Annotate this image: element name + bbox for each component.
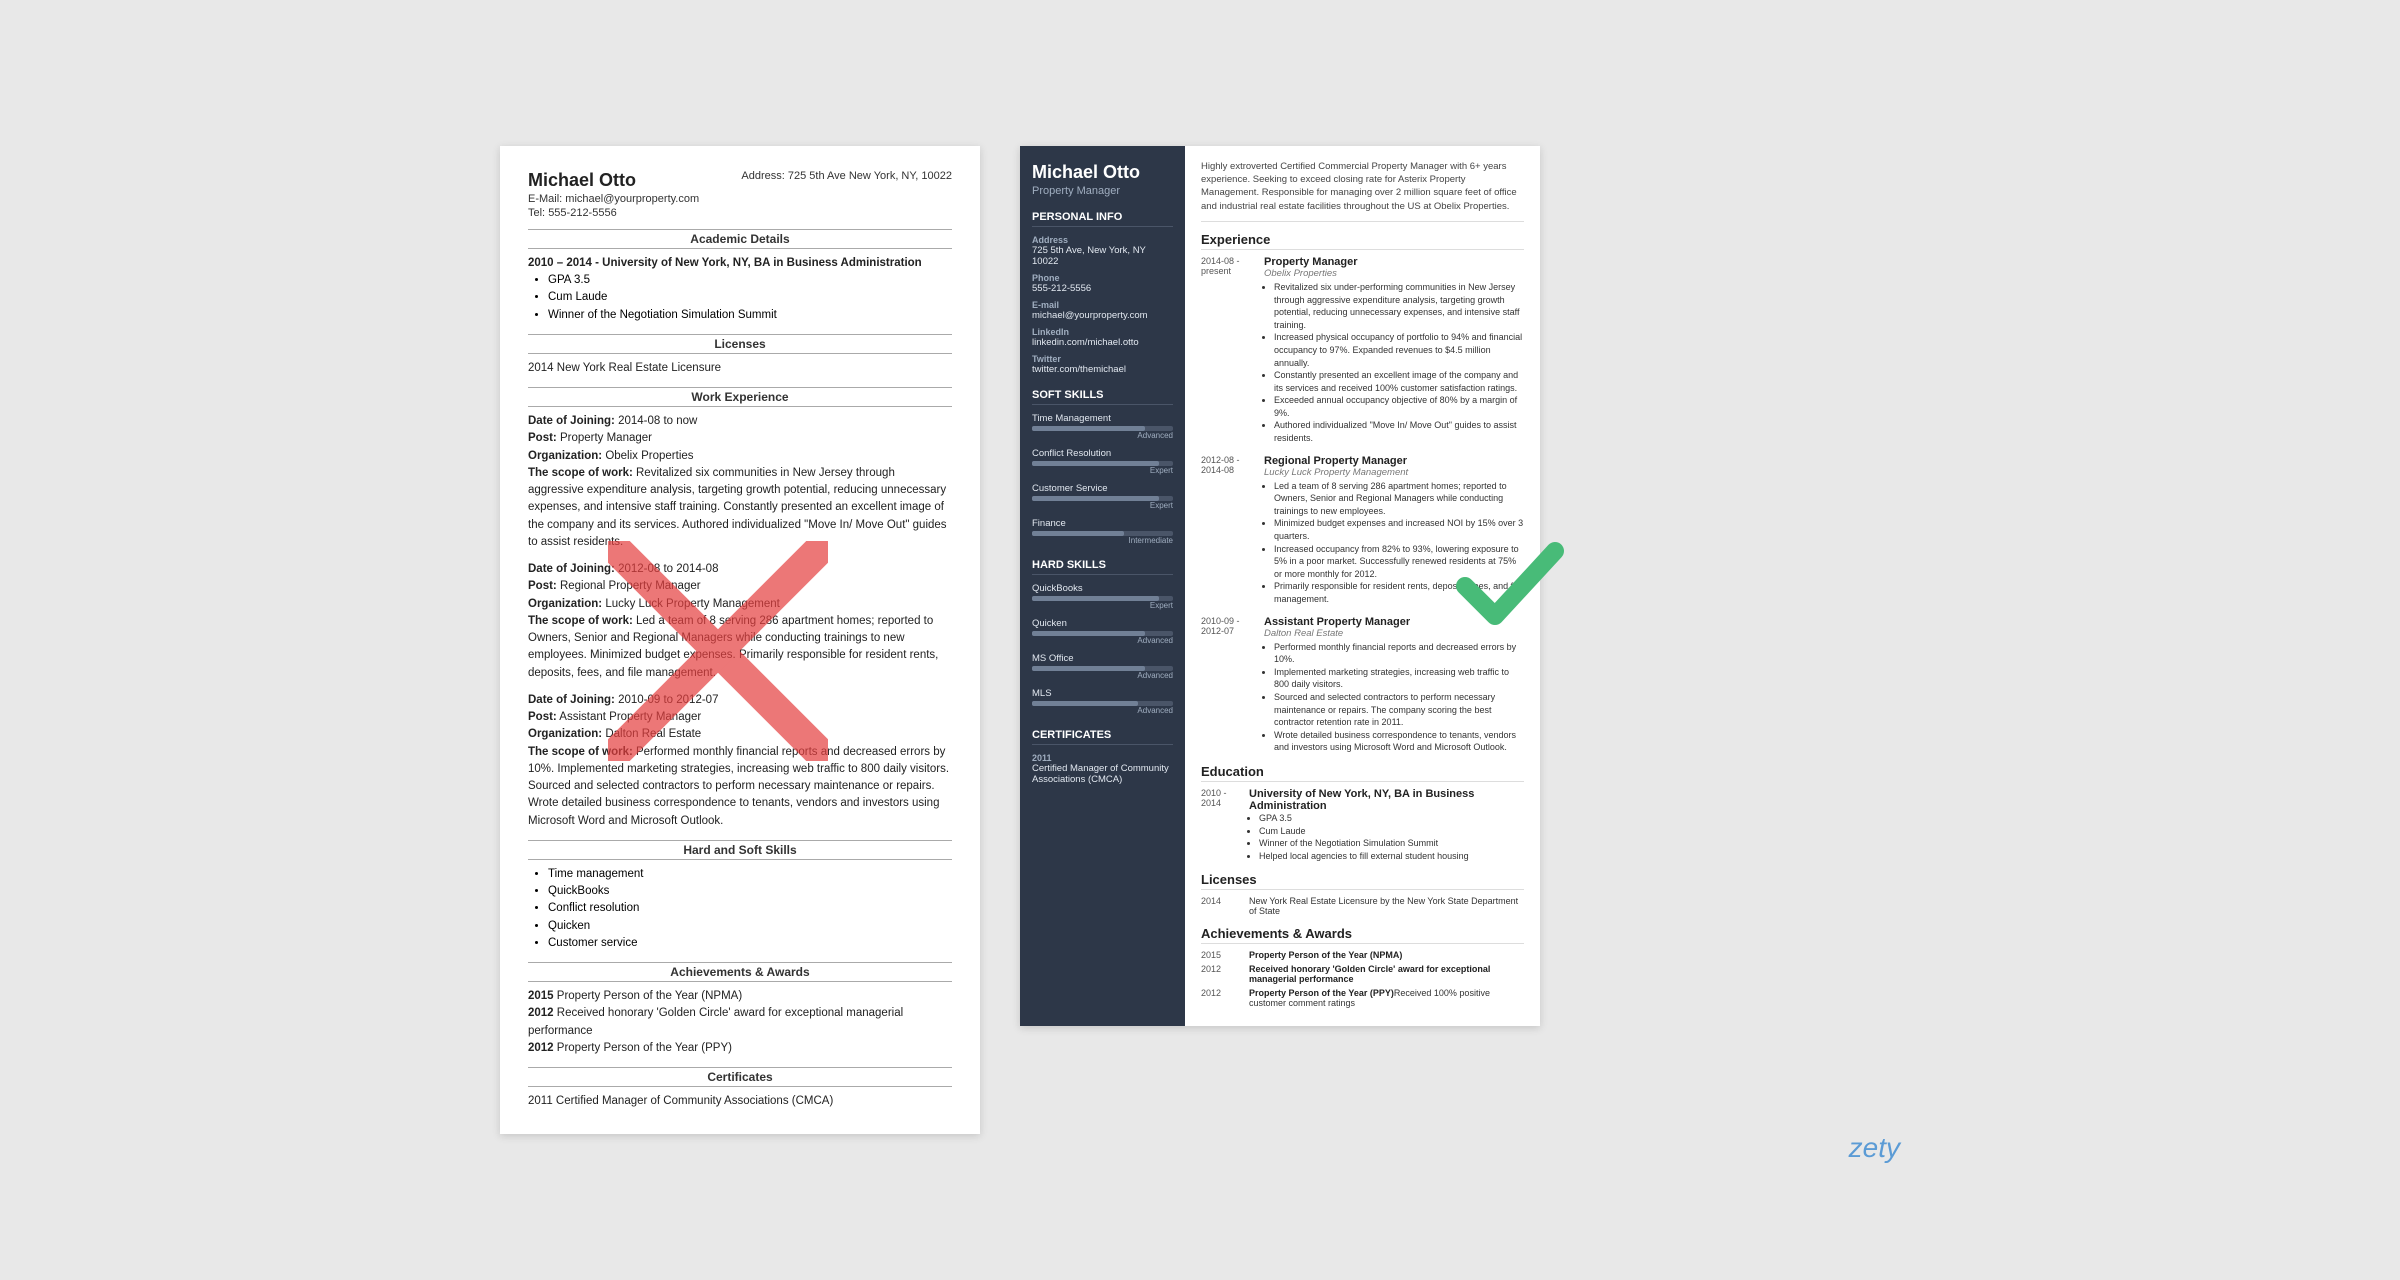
email-value-l: michael@yourproperty.com (565, 193, 699, 205)
skill-2: QuickBooks (548, 883, 952, 900)
left-tel: Tel: 555-212-5556 (528, 207, 952, 219)
soft-skill-1: Time Management Advanced (1032, 413, 1173, 440)
certificates-section-title: Certificates (528, 1067, 952, 1087)
work-post-1: Post: Property Manager (528, 430, 952, 447)
work-org-3: Organization: Dalton Real Estate (528, 726, 952, 743)
work-post-2: Post: Regional Property Manager (528, 578, 952, 595)
resume-right: Michael Otto Property Manager Personal I… (1020, 146, 1540, 1027)
exp-date-2: 2012-08 -2014-08 (1201, 455, 1256, 606)
soft-skill-2: Conflict Resolution Expert (1032, 448, 1173, 475)
cert-year-r: 2011 (1032, 753, 1173, 763)
achievements-section-title-r: Achievements & Awards (1201, 926, 1524, 944)
exp-date-3: 2010-09 -2012-07 (1201, 616, 1256, 754)
linkedin-value-r: linkedin.com/michael.otto (1032, 337, 1173, 348)
hard-skill-1: QuickBooks Expert (1032, 583, 1173, 610)
work-date-3: Date of Joining: 2010-09 to 2012-07 (528, 692, 952, 709)
left-address: Address: 725 5th Ave New York, NY, 10022 (741, 170, 952, 182)
sidebar: Michael Otto Property Manager Personal I… (1020, 146, 1185, 1027)
hard-skill-4: MLS Advanced (1032, 688, 1173, 715)
address-label: Address: (741, 170, 784, 182)
award-3: 2012 Property Person of the Year (PPY)Re… (1201, 988, 1524, 1008)
work-org-2: Organization: Lucky Luck Property Manage… (528, 596, 952, 613)
skill-3: Conflict resolution (548, 900, 952, 917)
academic-cum-laude: Cum Laude (548, 289, 952, 306)
academic-section-title: Academic Details (528, 229, 952, 249)
hard-skills-section: Hard Skills (1032, 559, 1173, 575)
hard-skill-2: Quicken Advanced (1032, 618, 1173, 645)
phone-value-r: 555-212-5556 (1032, 283, 1173, 294)
licenses-section-title-r: Licenses (1201, 872, 1524, 890)
award-2: 2012 Received honorary 'Golden Circle' a… (1201, 964, 1524, 984)
right-name: Michael Otto (1032, 162, 1173, 184)
work-entry-2: Date of Joining: 2012-08 to 2014-08 Post… (528, 561, 952, 682)
twitter-label-r: Twitter (1032, 354, 1173, 364)
certificates-section-r: Certificates (1032, 729, 1173, 745)
exp-entry-2: 2012-08 -2014-08 Regional Property Manag… (1201, 455, 1524, 606)
hard-skill-3: MS Office Advanced (1032, 653, 1173, 680)
edu-body-1: University of New York, NY, BA in Busine… (1249, 788, 1524, 862)
tel-label-l: Tel: (528, 207, 545, 219)
work-post-3: Post: Assistant Property Manager (528, 709, 952, 726)
work-scope-3: The scope of work: Performed monthly fin… (528, 744, 952, 830)
personal-info-section: Personal Info (1032, 211, 1173, 227)
email-value-r: michael@yourproperty.com (1032, 310, 1173, 321)
twitter-value-r: twitter.com/themichael (1032, 364, 1173, 375)
exp-body-3: Assistant Property Manager Dalton Real E… (1264, 616, 1524, 754)
exp-body-1: Property Manager Obelix Properties Revit… (1264, 256, 1524, 445)
left-email: E-Mail: michael@yourproperty.com (528, 193, 952, 205)
experience-section-title: Experience (1201, 232, 1524, 250)
work-date-1: Date of Joining: 2014-08 to now (528, 413, 952, 430)
work-scope-1: The scope of work: Revitalized six commu… (528, 465, 952, 551)
licenses-section-title: Licenses (528, 334, 952, 354)
skill-5: Customer service (548, 935, 952, 952)
linkedin-label-r: LinkedIn (1032, 327, 1173, 337)
soft-skill-4: Finance Intermediate (1032, 518, 1173, 545)
summary: Highly extroverted Certified Commercial … (1201, 160, 1524, 222)
exp-entry-3: 2010-09 -2012-07 Assistant Property Mana… (1201, 616, 1524, 754)
main-content: Highly extroverted Certified Commercial … (1185, 146, 1540, 1027)
cert-value-r: Certified Manager of Community Associati… (1032, 763, 1173, 785)
soft-skills-section: Soft Skills (1032, 389, 1173, 405)
award-1: 2015 Property Person of the Year (NPMA) (1201, 950, 1524, 960)
academic-entry: 2010 – 2014 - University of New York, NY… (528, 255, 952, 272)
certificate-entry: 2011 Certified Manager of Community Asso… (528, 1093, 952, 1110)
phone-label-r: Phone (1032, 273, 1173, 283)
soft-skill-3: Customer Service Expert (1032, 483, 1173, 510)
work-org-1: Organization: Obelix Properties (528, 448, 952, 465)
email-label-r: E-mail (1032, 300, 1173, 310)
edu-date-1: 2010 -2014 (1201, 788, 1241, 862)
license-entry: 2014 New York Real Estate Licensure (528, 360, 952, 377)
edu-entry-1: 2010 -2014 University of New York, NY, B… (1201, 788, 1524, 862)
work-entry-3: Date of Joining: 2010-09 to 2012-07 Post… (528, 692, 952, 830)
zety-watermark: zety (1849, 1132, 1900, 1164)
email-label-l: E-Mail: (528, 193, 562, 205)
right-title: Property Manager (1032, 185, 1173, 197)
skill-4: Quicken (548, 918, 952, 935)
main-container: Address: 725 5th Ave New York, NY, 10022… (500, 146, 1900, 1135)
skills-section-title: Hard and Soft Skills (528, 840, 952, 860)
skills-list: Time management QuickBooks Conflict reso… (548, 866, 952, 952)
education-section-title: Education (1201, 764, 1524, 782)
academic-gpa: GPA 3.5 (548, 272, 952, 289)
exp-date-1: 2014-08 -present (1201, 256, 1256, 445)
address-label-r: Address (1032, 235, 1173, 245)
exp-entry-1: 2014-08 -present Property Manager Obelix… (1201, 256, 1524, 445)
license-entry-r: 2014 New York Real Estate Licensure by t… (1201, 896, 1524, 916)
achievement-3: 2012 Property Person of the Year (PPY) (528, 1040, 952, 1057)
tel-value-l: 555-212-5556 (548, 207, 617, 219)
work-section-title: Work Experience (528, 387, 952, 407)
exp-body-2: Regional Property Manager Lucky Luck Pro… (1264, 455, 1524, 606)
academic-winner: Winner of the Negotiation Simulation Sum… (548, 307, 952, 324)
achievements-section-title: Achievements & Awards (528, 962, 952, 982)
work-scope-2: The scope of work: Led a team of 8 servi… (528, 613, 952, 682)
address-value-r: 725 5th Ave, New York, NY 10022 (1032, 245, 1173, 267)
skill-1: Time management (548, 866, 952, 883)
achievement-1: 2015 Property Person of the Year (NPMA) (528, 988, 952, 1005)
achievement-2: 2012 Received honorary 'Golden Circle' a… (528, 1005, 952, 1040)
address-value: 725 5th Ave New York, NY, 10022 (788, 170, 952, 182)
work-date-2: Date of Joining: 2012-08 to 2014-08 (528, 561, 952, 578)
resume-left: Address: 725 5th Ave New York, NY, 10022… (500, 146, 980, 1135)
academic-list: GPA 3.5 Cum Laude Winner of the Negotiat… (548, 272, 952, 324)
work-entry-1: Date of Joining: 2014-08 to now Post: Pr… (528, 413, 952, 551)
